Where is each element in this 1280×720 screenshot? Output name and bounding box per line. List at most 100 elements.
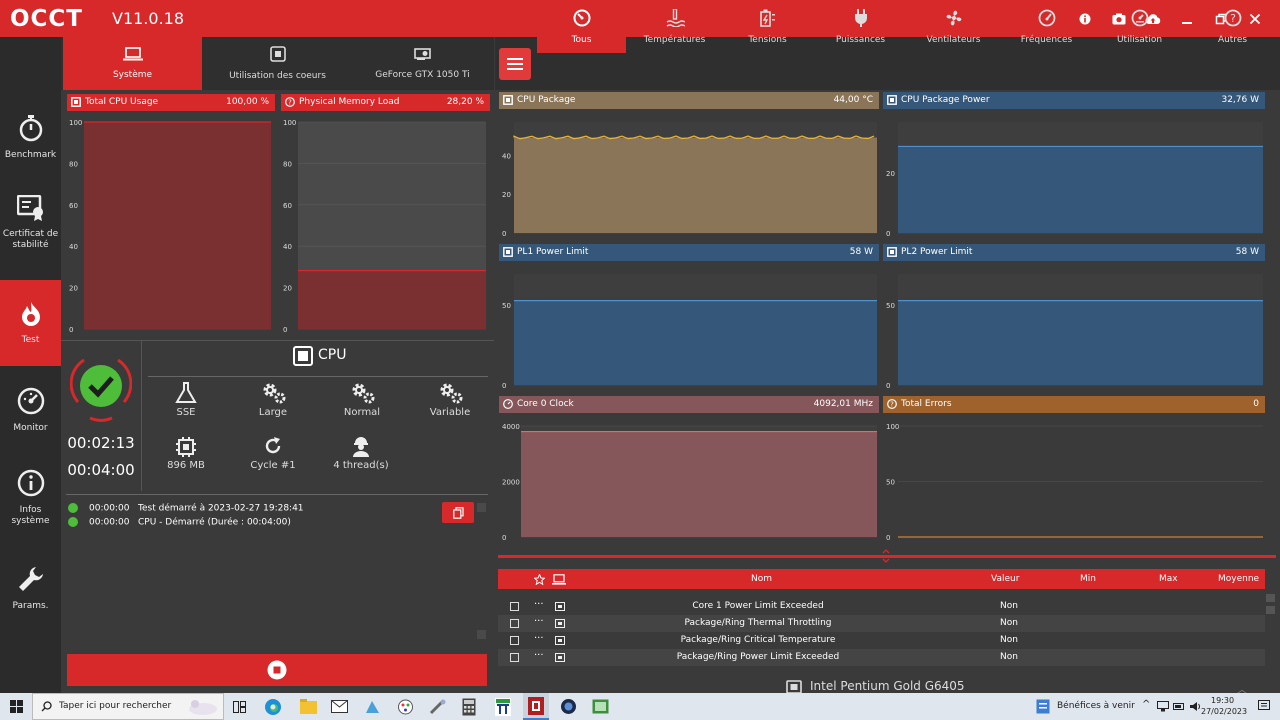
- copy-log-button[interactable]: [442, 502, 474, 523]
- chip-icon: [175, 436, 197, 462]
- paint-icon[interactable]: [397, 699, 414, 715]
- tick-label: 100: [283, 119, 296, 127]
- battery-tray-icon[interactable]: [1173, 701, 1185, 712]
- stopwatch-icon: [18, 114, 44, 146]
- cpu-icon: [555, 619, 565, 628]
- column-header-valeur[interactable]: Valeur: [991, 574, 1019, 584]
- divider: [141, 341, 142, 491]
- speedometer-icon: [1038, 9, 1056, 30]
- tick-label: 40: [283, 243, 292, 251]
- tab-utilisation-coeurs[interactable]: Utilisation des coeurs: [206, 37, 349, 90]
- row-more-icon[interactable]: ···: [534, 616, 544, 627]
- table-row[interactable]: [498, 589, 1265, 597]
- taskbar-search-box[interactable]: Taper ici pour rechercher: [32, 693, 224, 720]
- gauge-icon: [17, 387, 45, 419]
- tick-label: 0: [283, 326, 287, 334]
- search-icon: [41, 701, 52, 712]
- scrollbar-thumb[interactable]: [1266, 606, 1275, 614]
- scroll-down-arrow[interactable]: [477, 630, 486, 639]
- sidebar-item-infos[interactable]: Infos système: [0, 455, 61, 541]
- row-value: Non: [1000, 618, 1018, 628]
- superpi-icon[interactable]: [494, 697, 512, 717]
- row-more-icon[interactable]: ···: [534, 650, 544, 661]
- sidebar-item-monitor[interactable]: Monitor: [0, 367, 61, 453]
- notification-icon[interactable]: [1258, 700, 1270, 712]
- graph-title: CPU Package: [517, 95, 576, 105]
- sidebar-item-test[interactable]: Test: [0, 280, 61, 366]
- column-header-moyenne[interactable]: Moyenne: [1218, 574, 1259, 584]
- detail-memory: 896 MB: [167, 460, 205, 471]
- graph-header-cpu-package: CPU Package 44,00 °C: [499, 92, 879, 109]
- dashboard-icon: [573, 9, 591, 30]
- graph-title: PL1 Power Limit: [517, 247, 589, 257]
- file-explorer-icon[interactable]: [300, 699, 317, 714]
- table-row[interactable]: ··· Package/Ring Critical Temperature Non: [498, 632, 1265, 649]
- mail-icon[interactable]: [331, 700, 348, 713]
- clock-date[interactable]: 27/02/2023: [1201, 707, 1247, 716]
- sidebar-label: Test: [21, 334, 40, 345]
- tab-tous[interactable]: Tous: [537, 0, 626, 53]
- gears-icon[interactable]: [261, 381, 287, 409]
- column-header-max[interactable]: Max: [1159, 574, 1178, 584]
- occt-taskbar-button[interactable]: [523, 693, 549, 720]
- scroll-up-arrow[interactable]: [1266, 594, 1275, 602]
- tick-label: 0: [886, 230, 890, 238]
- gears-icon[interactable]: [350, 381, 376, 409]
- tab-utilisation[interactable]: Utilisation: [1095, 0, 1184, 53]
- tools-icon[interactable]: [429, 699, 446, 715]
- news-widget-text[interactable]: Bénéfices à venir: [1057, 701, 1135, 711]
- clock-time[interactable]: 19:30: [1211, 696, 1234, 705]
- area-fill: [898, 146, 1263, 233]
- tab-temperatures[interactable]: Températures: [630, 0, 719, 53]
- table-row[interactable]: ··· Package/Ring Thermal Throttling Non: [498, 615, 1265, 632]
- flask-icon[interactable]: [175, 382, 197, 408]
- tab-frequences[interactable]: Fréquences: [1002, 0, 1091, 53]
- edge-icon[interactable]: [264, 698, 282, 716]
- tray-chevron-icon[interactable]: ^: [1142, 699, 1150, 710]
- tick-label: 50: [502, 302, 511, 310]
- tab-autres[interactable]: ? Autres: [1188, 0, 1277, 53]
- volume-icon[interactable]: [1189, 701, 1201, 712]
- sidebar-item-benchmark[interactable]: Benchmark: [0, 94, 61, 180]
- svg-text:?: ?: [288, 99, 292, 107]
- task-view-icon[interactable]: [233, 701, 246, 713]
- table-row[interactable]: ··· Package/Ring Power Limit Exceeded Non: [498, 649, 1265, 666]
- app-icon[interactable]: [364, 699, 381, 715]
- divider: [61, 340, 494, 341]
- flame-icon: [20, 301, 42, 331]
- gpu-icon: [413, 47, 432, 64]
- table-row[interactable]: ··· Core 1 Power Limit Exceeded Non: [498, 598, 1265, 615]
- row-more-icon[interactable]: ···: [534, 599, 544, 610]
- sidebar-item-certificat[interactable]: Certificat de stabilité: [0, 180, 61, 266]
- tab-tensions[interactable]: Tensions: [723, 0, 812, 53]
- network-icon[interactable]: [1157, 701, 1169, 712]
- app-icon[interactable]: [560, 698, 577, 715]
- app-icon[interactable]: [592, 699, 609, 714]
- tab-systeme[interactable]: Système: [63, 37, 202, 90]
- tick-label: 80: [283, 160, 292, 168]
- splitter-arrows-icon[interactable]: [882, 548, 890, 564]
- windows-taskbar: Taper ici pour rechercher Bénéfices à ve…: [0, 693, 1280, 720]
- gears-icon[interactable]: [438, 381, 464, 409]
- column-header-min[interactable]: Min: [1080, 574, 1096, 584]
- row-checkbox[interactable]: [510, 636, 519, 645]
- scroll-up-arrow[interactable]: [477, 503, 486, 512]
- tab-gpu[interactable]: GeForce GTX 1050 Ti: [353, 37, 492, 90]
- row-checkbox[interactable]: [510, 653, 519, 662]
- calculator-icon[interactable]: [462, 698, 476, 716]
- sidebar-item-params[interactable]: Params.: [0, 545, 61, 631]
- menu-button[interactable]: [499, 48, 531, 80]
- row-more-icon[interactable]: ···: [534, 633, 544, 644]
- tab-label: GeForce GTX 1050 Ti: [375, 70, 470, 80]
- stop-test-button[interactable]: [67, 654, 487, 686]
- detail-cycle: Cycle #1: [250, 460, 296, 471]
- star-icon: [534, 574, 545, 585]
- tick-label: 20: [502, 191, 511, 199]
- row-checkbox[interactable]: [510, 602, 519, 611]
- row-checkbox[interactable]: [510, 619, 519, 628]
- tab-ventilateurs[interactable]: Ventilateurs: [909, 0, 998, 53]
- tab-puissances[interactable]: Puissances: [816, 0, 905, 53]
- column-header-nom[interactable]: Nom: [751, 574, 772, 584]
- news-icon[interactable]: [1036, 699, 1050, 714]
- windows-start-icon[interactable]: [10, 700, 23, 713]
